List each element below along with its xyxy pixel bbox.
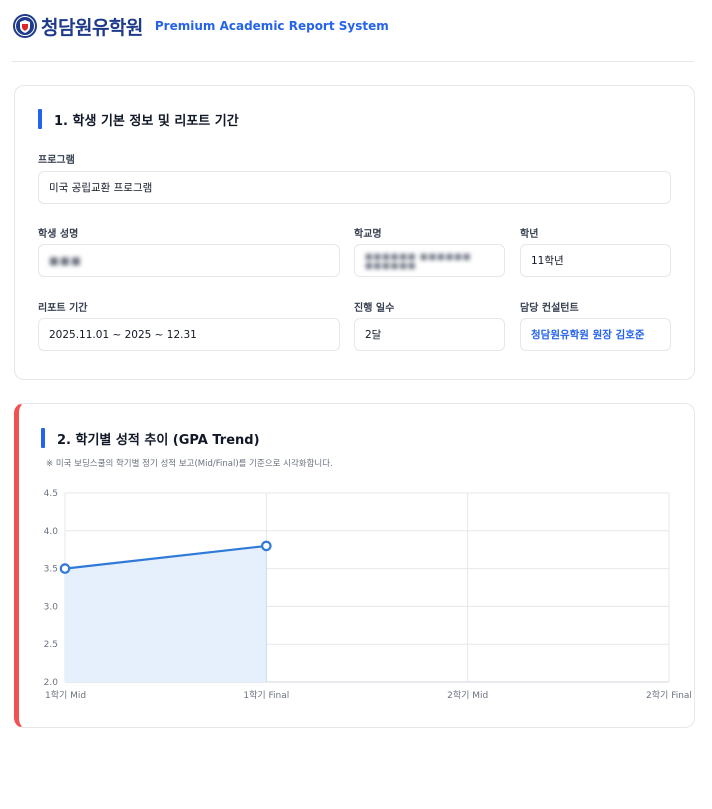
x-tick-label: 1학기 Final xyxy=(243,690,289,701)
section-title-text: 1. 학생 기본 정보 및 리포트 기간 xyxy=(54,113,239,129)
page-header: 청담원유학원 Premium Academic Report System xyxy=(12,10,694,62)
student-info-card: 1. 학생 기본 정보 및 리포트 기간 프로그램 미국 공립교환 프로그램 학… xyxy=(14,85,695,380)
y-tick-label: 4.0 xyxy=(44,527,59,537)
tagline: Premium Academic Report System xyxy=(154,19,389,33)
grade-label: 학년 xyxy=(520,229,539,240)
x-tick-label: 1학기 Mid xyxy=(45,690,86,701)
y-tick-label: 2.5 xyxy=(44,640,58,650)
school-field[interactable]: ■■■■■■ ■■■■■■ ■■■■■■ xyxy=(354,244,505,277)
gpa-trend-card: 2. 학기별 성적 추이 (GPA Trend) ※ 미국 보딩스쿨의 학기별 … xyxy=(14,403,695,728)
days-label: 진행 일수 xyxy=(354,303,395,314)
program-label: 프로그램 xyxy=(38,155,75,166)
y-tick-label: 3.5 xyxy=(44,565,58,575)
student-name-field[interactable]: ■■■ xyxy=(38,244,340,277)
data-point xyxy=(59,563,71,574)
school-value: ■■■■■■ ■■■■■■ ■■■■■■ xyxy=(365,251,472,270)
title-accent-bar xyxy=(38,109,42,129)
school-label: 학교명 xyxy=(354,229,382,240)
gpa-line-chart[interactable]: 2.0 2.5 3.0 3.5 4.0 4.5 1학기 Mid 1학기 Final 2학기 Mi… xyxy=(19,404,695,728)
consultant-label: 담당 컨설턴트 xyxy=(520,303,579,314)
period-label: 리포트 기간 xyxy=(38,303,88,314)
student-name-value: ■■■ xyxy=(49,254,82,267)
program-field[interactable]: 미국 공립교환 프로그램 xyxy=(38,171,671,204)
days-field[interactable]: 2달 xyxy=(354,318,505,351)
y-tick-label: 4.5 xyxy=(44,489,58,499)
x-tick-label: 2학기 Final xyxy=(646,690,692,701)
y-tick-label: 3.0 xyxy=(44,602,59,612)
logo[interactable]: 청담원유학원 xyxy=(12,10,143,42)
crest-icon xyxy=(13,14,37,38)
consultant-field[interactable]: 청담원유학원 원장 김호준 xyxy=(520,318,671,351)
y-tick-label: 2.0 xyxy=(44,678,59,688)
data-point xyxy=(261,540,272,552)
student-name-label: 학생 성명 xyxy=(38,229,79,240)
grade-field[interactable]: 11학년 xyxy=(520,244,671,277)
section-title: 1. 학생 기본 정보 및 리포트 기간 xyxy=(38,109,239,129)
logo-text: 청담원유학원 xyxy=(41,16,143,39)
series-area-fill xyxy=(65,545,267,682)
period-field[interactable]: 2025.11.01 ~ 2025 ~ 12.31 xyxy=(38,318,340,351)
x-tick-label: 2학기 Mid xyxy=(447,690,488,701)
